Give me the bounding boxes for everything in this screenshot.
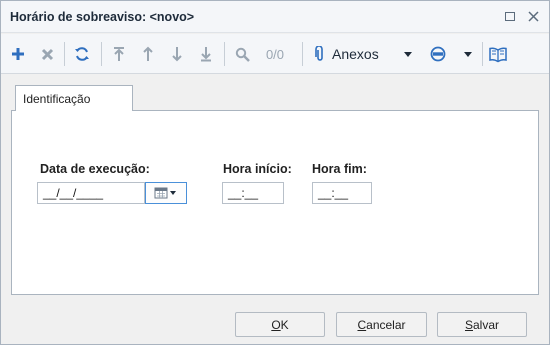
toolbar-separator [224,42,225,66]
end-time-label: Hora fim: [312,162,367,176]
tab-panel: Data de execução: __/__/____ Hora início… [11,110,539,295]
attachments-label: Anexos [332,46,379,62]
toolbar-separator [302,42,303,66]
refresh-icon [75,47,89,61]
ok-accel: O [271,317,281,332]
help-book-icon [489,46,507,62]
paperclip-icon [315,46,323,61]
toolbar-separator [482,42,483,66]
maximize-button[interactable] [503,9,517,23]
tab-identificacao[interactable]: Identificação [15,85,133,111]
next-record-icon [172,47,182,62]
cancel-label: ancelar [366,317,406,332]
end-time-value: __:__ [318,186,349,200]
toolbar: 0/0 Anexos [1,34,549,74]
delete-icon [41,48,53,60]
attachments-button[interactable]: Anexos [315,42,397,66]
dropdown-arrow-icon [464,51,472,57]
search-button[interactable] [231,42,253,66]
end-time-field[interactable]: __:__ [312,182,372,204]
workflow-dropdown[interactable] [460,42,476,66]
first-record-icon [114,47,124,61]
record-counter: 0/0 [265,46,285,62]
save-button[interactable]: Salvar [437,312,527,337]
close-button[interactable] [526,9,540,23]
cancel-accel: C [357,317,367,332]
add-button[interactable] [7,42,29,66]
ok-button[interactable]: OK [235,312,325,337]
execution-date-label: Data de execução: [40,162,150,176]
content-area: Identificação Data de execução: __/__/__… [11,81,539,295]
workflow-icon [430,46,446,62]
tab-label: Identificação [23,91,91,106]
previous-record-icon [143,46,153,61]
next-record-button[interactable] [166,42,188,66]
window-title: Horário de sobreaviso: <novo> [10,10,195,24]
dropdown-arrow-icon [404,51,412,57]
date-picker-button[interactable] [145,182,187,204]
help-button[interactable] [486,42,510,66]
attachments-dropdown[interactable] [400,42,416,66]
dialog-window: Horário de sobreaviso: <novo> 0/0 Anexos… [0,0,550,345]
last-record-icon [201,47,211,62]
calendar-icon [154,187,176,199]
delete-button[interactable] [36,42,58,66]
title-bar: Horário de sobreaviso: <novo> [1,1,549,33]
add-icon [12,48,24,60]
cancel-button[interactable]: Cancelar [336,312,427,337]
save-label: alvar [473,317,500,332]
toolbar-separator [64,42,65,66]
maximize-icon [505,11,515,21]
start-time-label: Hora início: [223,162,292,176]
start-time-field[interactable]: __:__ [222,182,284,204]
search-icon [235,47,250,62]
last-record-button[interactable] [195,42,217,66]
toolbar-separator [101,42,102,66]
start-time-value: __:__ [228,186,259,200]
first-record-button[interactable] [108,42,130,66]
ok-label: K [280,317,289,332]
close-icon [527,10,539,22]
execution-date-value: __/__/____ [43,186,104,200]
save-accel: S [464,317,473,332]
workflow-button[interactable] [426,42,450,66]
previous-record-button[interactable] [137,42,159,66]
refresh-button[interactable] [70,42,94,66]
execution-date-field[interactable]: __/__/____ [37,182,145,204]
